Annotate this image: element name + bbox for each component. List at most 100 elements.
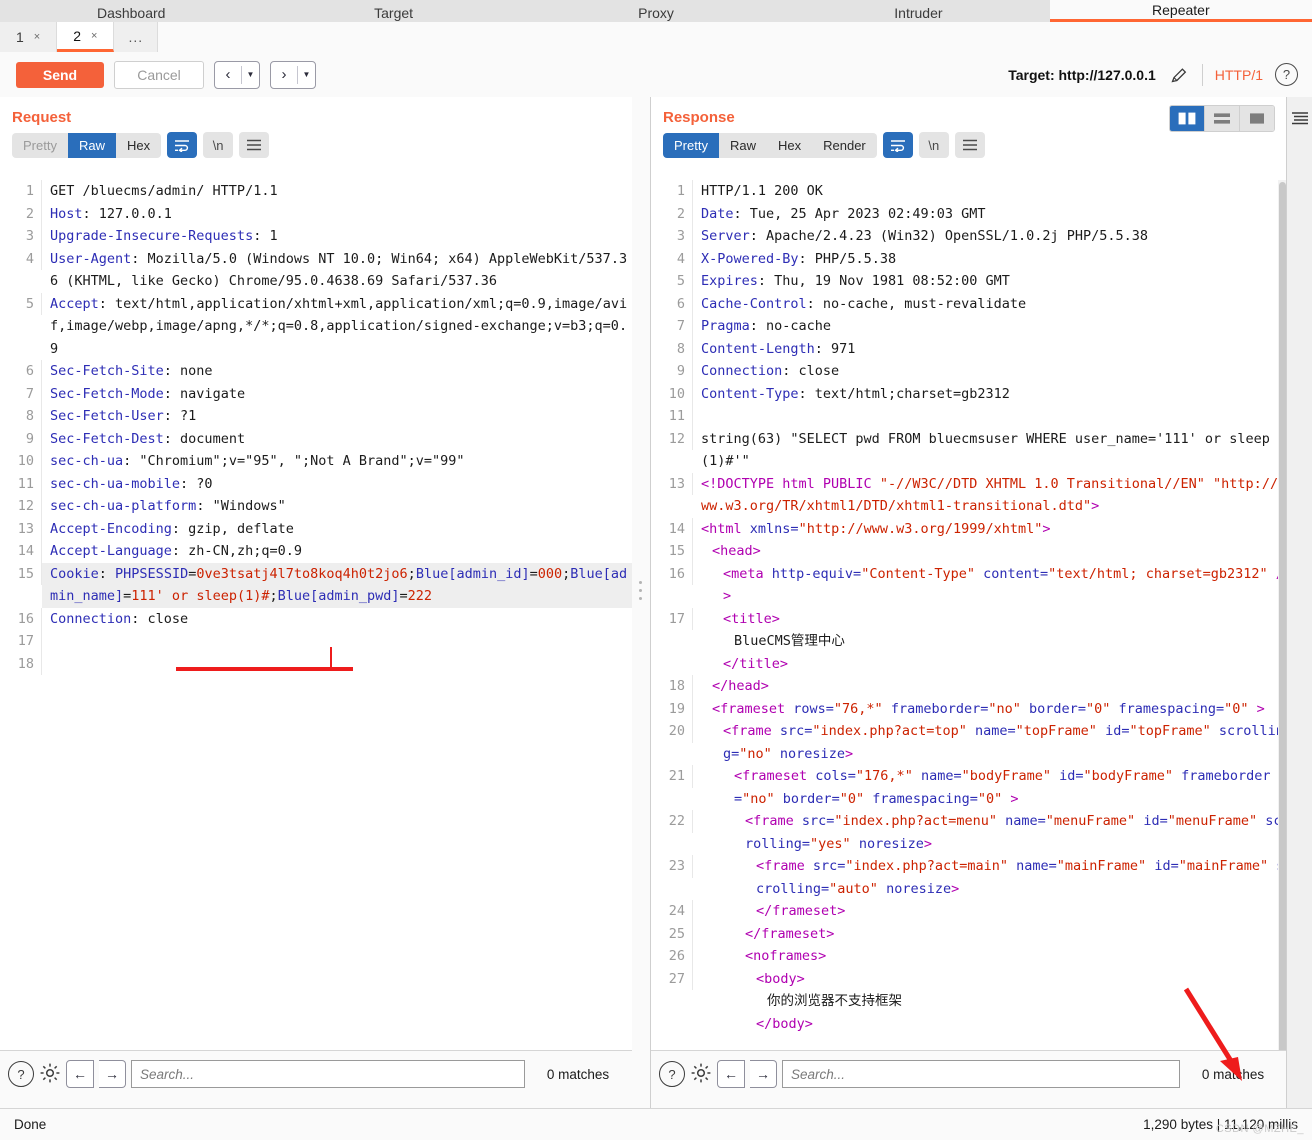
line-content[interactable]: Date: Tue, 25 Apr 2023 02:49:03 GMT [693, 203, 1287, 226]
response-view-tab-render[interactable]: Render [812, 132, 877, 158]
suite-tab-intruder[interactable]: Intruder [787, 6, 1049, 22]
response-view-tabs[interactable]: Pretty Raw Hex Render [663, 132, 877, 158]
search-prev-button[interactable]: ← [66, 1060, 94, 1088]
pane-splitter[interactable] [632, 97, 650, 1116]
search-prev-button[interactable]: ← [717, 1060, 745, 1088]
line-content[interactable]: <frame src="index.php?act=menu" name="me… [693, 810, 1287, 855]
line-content[interactable]: HTTP/1.1 200 OK [693, 180, 1287, 203]
inspector-rail[interactable]: INSPECTOR [1286, 97, 1312, 1116]
chevron-down-icon[interactable]: ▼ [242, 62, 259, 88]
line-content[interactable]: Cookie: PHPSESSID = 0ve3tsatj4l7to8koq4h0t… [42, 562, 632, 608]
suite-tab-proxy[interactable]: Proxy [525, 6, 787, 22]
line-content[interactable]: Connection: close [42, 608, 632, 631]
hamburger-menu-icon[interactable] [954, 132, 985, 158]
gear-icon[interactable] [690, 1062, 712, 1087]
close-icon[interactable]: × [34, 31, 40, 43]
response-view-tab-pretty[interactable]: Pretty [663, 132, 719, 158]
line-content[interactable]: Host: 127.0.0.1 [42, 203, 632, 226]
response-search-input[interactable]: Search... [782, 1060, 1180, 1088]
line-content[interactable]: Connection: close [693, 360, 1287, 383]
line-content[interactable]: <frame src="index.php?act=top" name="top… [693, 720, 1287, 765]
line-content[interactable]: GET /bluecms/admin/ HTTP/1.1 [42, 180, 632, 203]
request-view-tab-hex[interactable]: Hex [115, 132, 162, 158]
line-content[interactable]: <noframes> [693, 945, 1287, 968]
help-icon[interactable]: ? [1275, 63, 1298, 86]
side-by-side-layout-icon[interactable] [1170, 106, 1204, 131]
hamburger-menu-icon[interactable] [239, 132, 270, 158]
line-content[interactable]: string(63) "SELECT pwd FROM bluecmsuser … [693, 428, 1287, 473]
line-content[interactable]: BlueCMS管理中心 [693, 630, 1287, 653]
go-forward-split-button[interactable]: › ▼ [270, 60, 316, 89]
go-back-split-button[interactable]: ‹ ▼ [214, 60, 260, 89]
line-content[interactable]: Server: Apache/2.4.23 (Win32) OpenSSL/1.… [693, 225, 1287, 248]
line-content[interactable]: <title> [693, 608, 1287, 631]
suite-tab-dashboard[interactable]: Dashboard [0, 6, 262, 22]
line-content[interactable]: Expires: Thu, 19 Nov 1981 08:52:00 GMT [693, 270, 1287, 293]
forward-arrow-icon[interactable]: › [271, 62, 297, 88]
http-version-selector[interactable]: HTTP/1 [1215, 67, 1263, 83]
search-next-button[interactable]: → [750, 1060, 777, 1088]
line-content[interactable]: Upgrade-Insecure-Requests: 1 [42, 225, 632, 248]
line-content[interactable]: Pragma: no-cache [693, 315, 1287, 338]
line-content[interactable]: sec-ch-ua: "Chromium";v="95", ";Not A Br… [42, 450, 632, 473]
line-content[interactable]: Sec-Fetch-Dest: document [42, 428, 632, 451]
code-token: </head> [712, 678, 769, 694]
word-wrap-icon[interactable] [167, 132, 198, 158]
back-arrow-icon[interactable]: ‹ [215, 62, 241, 88]
repeater-tab-2[interactable]: 2 × [57, 22, 115, 52]
line-content[interactable]: sec-ch-ua-platform: "Windows" [42, 495, 632, 518]
line-content[interactable]: User-Agent: Mozilla/5.0 (Windows NT 10.0… [42, 248, 632, 293]
request-search-input[interactable]: Search... [131, 1060, 525, 1088]
suite-tab-target[interactable]: Target [262, 6, 524, 22]
response-editor[interactable]: 1 HTTP/1.1 200 OK 2 Date: Tue, 25 Apr 2023 … [651, 180, 1287, 1060]
pencil-icon[interactable] [1168, 64, 1190, 86]
line-content[interactable]: <frame src="index.php?act=main" name="ma… [693, 855, 1287, 900]
line-content[interactable]: Sec-Fetch-Site: none [42, 360, 632, 383]
line-content[interactable]: Accept-Language: zh-CN,zh;q=0.9 [42, 540, 632, 563]
line-content[interactable]: Sec-Fetch-User: ?1 [42, 405, 632, 428]
line-content[interactable]: Sec-Fetch-Mode: navigate [42, 383, 632, 406]
code-token: : ?0 [180, 475, 213, 492]
stacked-layout-icon[interactable] [1204, 106, 1239, 131]
line-content[interactable]: <frameset rows="76,*" frameborder="no" b… [693, 698, 1287, 721]
request-view-tabs[interactable]: Pretty Raw Hex [12, 132, 162, 158]
repeater-tab-overflow-button[interactable]: ... [114, 22, 159, 52]
repeater-tab-1[interactable]: 1 × [0, 22, 58, 52]
line-content[interactable]: </frameset> [693, 900, 1287, 923]
response-search-help-icon[interactable]: ? [659, 1061, 685, 1087]
line-content[interactable]: </head> [693, 675, 1287, 698]
line-content[interactable]: X-Powered-By: PHP/5.5.38 [693, 248, 1287, 271]
response-view-tab-raw[interactable]: Raw [718, 132, 767, 158]
word-wrap-icon[interactable] [882, 132, 913, 158]
single-pane-layout-icon[interactable] [1239, 106, 1274, 131]
splitter-grip[interactable] [639, 581, 643, 605]
code-token: Accept-Encoding [50, 520, 172, 537]
response-view-tab-hex[interactable]: Hex [766, 132, 813, 158]
line-content[interactable]: </frameset> [693, 923, 1287, 946]
suite-tab-repeater[interactable]: Repeater [1049, 0, 1312, 22]
line-content[interactable]: Accept: text/html,application/xhtml+xml,… [42, 293, 632, 361]
line-content[interactable]: </title> [693, 653, 1287, 676]
request-search-help-icon[interactable]: ? [8, 1061, 34, 1087]
line-content[interactable]: Content-Type: text/html;charset=gb2312 [693, 383, 1287, 406]
line-content[interactable]: <frameset cols="176,*" name="bodyFrame" … [693, 765, 1287, 810]
request-view-tab-raw[interactable]: Raw [67, 132, 116, 158]
line-content[interactable]: <html xmlns="http://www.w3.org/1999/xhtm… [693, 518, 1287, 541]
line-content[interactable]: Content-Length: 971 [693, 338, 1287, 361]
line-content[interactable]: Cache-Control: no-cache, must-revalidate [693, 293, 1287, 316]
chevron-down-icon[interactable]: ▼ [298, 62, 315, 88]
search-next-button[interactable]: → [99, 1060, 126, 1088]
gear-icon[interactable] [39, 1062, 61, 1087]
newline-toggle-button[interactable]: \n [918, 132, 949, 158]
line-content[interactable]: <head> [693, 540, 1287, 563]
close-icon[interactable]: × [91, 30, 97, 42]
cancel-button[interactable]: Cancel [114, 60, 204, 89]
line-content[interactable]: <!DOCTYPE html PUBLIC "-//W3C//DTD XHTML… [693, 473, 1287, 518]
newline-toggle-button[interactable]: \n [203, 132, 234, 158]
collapse-inspector-icon[interactable] [1291, 111, 1309, 128]
line-content[interactable]: Accept-Encoding: gzip, deflate [42, 518, 632, 541]
request-editor[interactable]: 1 GET /bluecms/admin/ HTTP/1.1 2 Host: 127.… [0, 180, 632, 1060]
line-content[interactable]: <meta http-equiv="Content-Type" content=… [693, 563, 1287, 608]
send-button[interactable]: Send [16, 61, 104, 88]
line-content[interactable]: sec-ch-ua-mobile: ?0 [42, 473, 632, 496]
